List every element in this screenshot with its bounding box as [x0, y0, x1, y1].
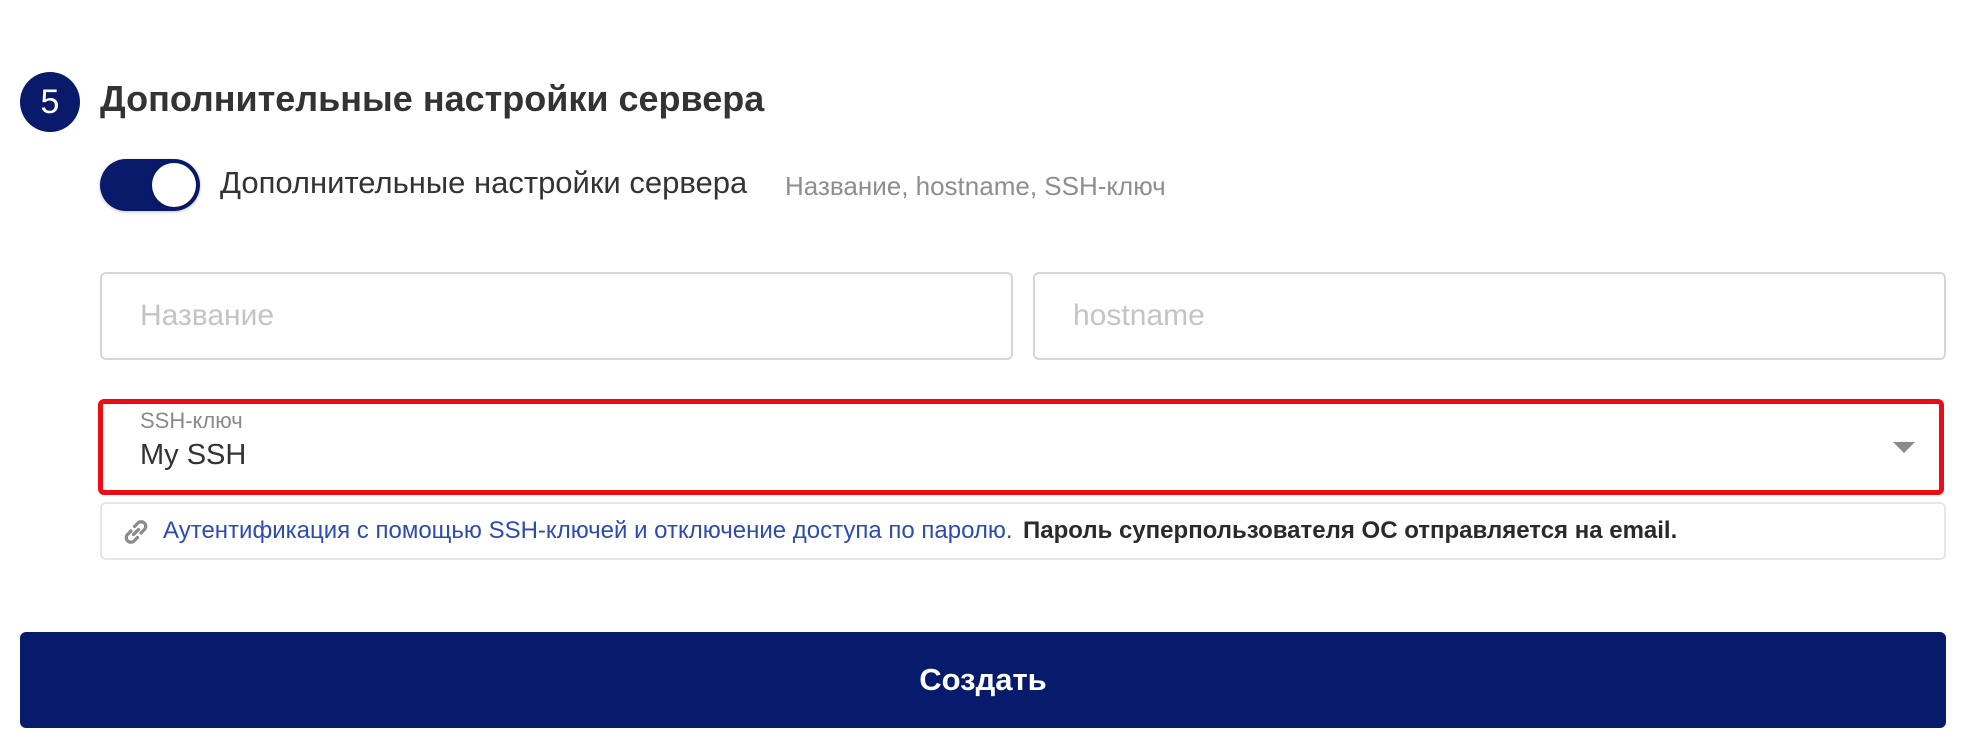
- ssh-key-selected-value: My SSH: [140, 439, 247, 471]
- hostname-field: [1033, 272, 1946, 360]
- name-input[interactable]: [102, 274, 1011, 358]
- ssh-key-label: SSH-ключ: [140, 408, 243, 433]
- step-number-badge: 5: [20, 72, 80, 132]
- hostname-input[interactable]: [1035, 274, 1944, 358]
- create-button[interactable]: Создать: [20, 632, 1946, 728]
- ssh-auth-link[interactable]: Аутентификация с помощью SSH-ключей и от…: [163, 517, 1013, 545]
- chevron-down-icon[interactable]: [1893, 442, 1915, 453]
- ssh-key-select[interactable]: SSH-ключ My SSH: [98, 399, 1944, 495]
- advanced-settings-toggle[interactable]: [100, 159, 200, 211]
- root-password-note: Пароль суперпользователя ОС отправляется…: [1023, 517, 1678, 544]
- toggle-label: Дополнительные настройки сервера: [220, 165, 748, 200]
- toggle-hint: Название, hostname, SSH-ключ: [785, 171, 1166, 201]
- link-icon: [124, 520, 148, 544]
- section-title: Дополнительные настройки сервера: [100, 78, 765, 119]
- toggle-knob: [152, 163, 196, 207]
- name-field: [100, 272, 1013, 360]
- ssh-info-box: Аутентификация с помощью SSH-ключей и от…: [100, 502, 1946, 560]
- server-settings-page: 5 Дополнительные настройки сервера Допол…: [0, 0, 1964, 740]
